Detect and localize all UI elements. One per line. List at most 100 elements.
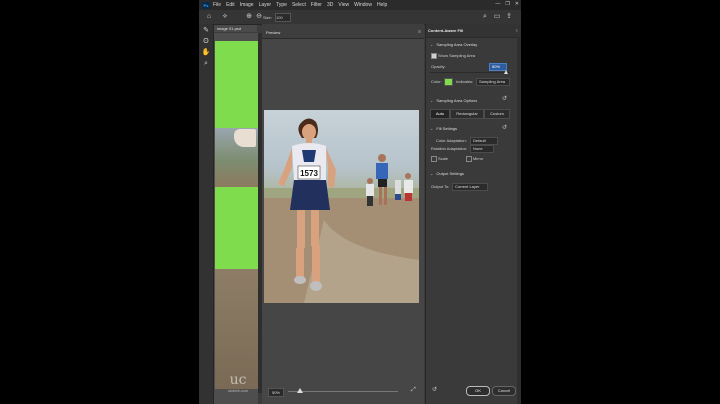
menu-help[interactable]: Help [377,2,387,8]
output-settings-section[interactable]: ⌄ Output Settings [430,171,464,176]
sampling-auto-button[interactable]: Auto [430,109,450,119]
mirror-label: Mirror [473,156,484,161]
options-bar: ⌂ ⟡ ⊕ ⊖ Size: 100 ⌕ ▭ ⇪ [199,10,521,25]
scale-checkbox[interactable] [431,156,437,162]
output-to-dropdown[interactable]: Current Layer [452,183,488,191]
rotation-adaptation-label: Rotation Adaptation: [431,146,468,151]
tools-panel: ✎ ʘ ✋ ⌕ [199,24,214,404]
zoom-slider-thumb[interactable] [297,388,303,393]
menu-edit[interactable]: Edit [226,2,235,8]
reset-sampling-icon[interactable]: ↺ [502,95,507,102]
menu-layer[interactable]: Layer [259,2,272,8]
menu-type[interactable]: Type [276,2,287,8]
indicates-dropdown[interactable]: Sampling Area [476,78,510,86]
menu-file[interactable]: File [213,2,221,8]
menu-bar: Ps File Edit Image Layer Type Select Fil… [199,0,521,10]
sampling-overlay-region-lower [215,187,258,269]
output-settings-header: Output Settings [436,171,464,176]
background-runner-4 [395,180,401,200]
lasso-tool-icon[interactable]: ⟡ [221,13,229,21]
preview-menu-icon[interactable]: ≡ [418,29,421,35]
indicates-label: Indicates: [456,79,474,84]
menu-3d[interactable]: 3D [327,2,333,8]
add-to-selection-icon[interactable]: ⊕ [245,13,253,21]
color-label: Color: [431,79,442,84]
watermark-mark: uc [229,372,247,388]
lasso-icon[interactable]: ʘ [201,37,211,46]
preview-image[interactable]: 1573 [264,110,419,303]
panel-header: Content-Aware Fill ≡ [426,24,521,38]
sampling-options-section[interactable]: ⌄ Sampling Area Options [430,98,477,103]
runners-photo: 1573 [264,118,419,303]
preview-header: Preview ≡ [262,24,424,39]
chevron-down-icon: ⌄ [430,171,434,176]
background-runner-3 [404,173,413,201]
chevron-down-icon: ⌄ [430,42,434,47]
menu-select[interactable]: Select [292,2,306,8]
fit-to-screen-icon[interactable]: ⤢ [411,387,416,394]
brush-tool-icon[interactable]: ✎ [201,26,211,35]
sampling-rectangular-button[interactable]: Rectangular [450,109,484,119]
undo-icon[interactable]: ↺ [432,386,437,393]
hand-tool-icon[interactable]: ✋ [201,48,211,57]
scale-label: Scale [438,156,449,161]
panel-title[interactable]: Content-Aware Fill [428,28,463,33]
color-adaptation-label: Color Adaptation: [436,138,467,143]
menu-filter[interactable]: Filter [311,2,322,8]
menu-window[interactable]: Window [354,2,372,8]
menu-view[interactable]: View [338,2,349,8]
fill-settings-section[interactable]: ⌄ Fill Settings [430,126,457,131]
photoshop-window: Ps File Edit Image Layer Type Select Fil… [199,0,521,404]
share-icon[interactable]: ⇪ [505,13,513,21]
output-to-label: Output To: [431,184,450,189]
minimize-icon[interactable]: — [495,1,500,7]
photoshop-logo-icon: Ps [202,1,210,9]
overlay-color-swatch[interactable] [444,78,453,86]
size-input[interactable]: 100 [275,13,291,22]
maximize-icon[interactable]: ❐ [505,1,509,7]
zoom-tool-icon[interactable]: ⌕ [201,59,211,68]
show-sampling-area-checkbox[interactable] [431,53,437,59]
sampling-overlay-header: Sampling Area Overlay [436,42,478,47]
window-controls: — ❐ ✕ [495,1,519,7]
reset-fill-settings-icon[interactable]: ↺ [502,124,507,131]
canvas-ground-region [215,269,258,389]
runner-arm [234,129,256,147]
chevron-down-icon: ⌄ [430,126,434,131]
preview-panel: Preview ≡ 1573 50% ⤢ [262,24,424,404]
rotation-adaptation-dropdown[interactable]: None [470,145,494,153]
opacity-slider-track[interactable] [430,72,510,73]
sampling-options-header: Sampling Area Options [436,98,478,103]
show-sampling-area-label: Show Sampling Area [438,53,476,58]
content-aware-fill-panel: Content-Aware Fill ≡ ⌄ Sampling Area Over… [425,24,521,404]
subtract-from-selection-icon[interactable]: ⊖ [255,13,263,21]
fill-settings-header: Fill Settings [436,126,458,131]
sampling-overlay-section[interactable]: ⌄ Sampling Area Overlay [430,42,477,47]
workspace-icon[interactable]: ▭ [493,13,501,21]
mirror-checkbox[interactable] [466,156,472,162]
preview-title: Preview [266,30,281,35]
size-label: Size: [263,15,272,20]
zoom-level-input[interactable]: 50% [268,388,284,397]
zoom-slider-track[interactable] [288,391,398,392]
document-canvas[interactable] [214,33,258,404]
close-icon[interactable]: ✕ [515,1,519,7]
bib-number: 1573 [300,169,318,178]
menu-image[interactable]: Image [240,2,254,8]
document-tab[interactable]: image 01.psd [214,25,257,32]
color-adaptation-dropdown[interactable]: Default [470,137,498,145]
watermark-logo: uc ukdebi.com [209,372,267,398]
sampling-custom-button[interactable]: Custom [484,109,510,119]
chevron-down-icon: ⌄ [430,98,434,103]
opacity-label: Opacity: [431,64,446,69]
home-icon[interactable]: ⌂ [205,13,213,21]
sampling-overlay-region [215,41,258,128]
cancel-button[interactable]: Cancel [492,386,516,396]
background-runner-2 [366,178,374,206]
ok-button[interactable]: OK [466,386,490,396]
watermark-site: ukdebi.com [227,388,249,393]
opacity-slider-thumb[interactable] [504,70,508,74]
search-icon[interactable]: ⌕ [481,13,489,21]
panel-scrollbar[interactable] [517,37,521,404]
panel-menu-icon[interactable]: ≡ [516,28,518,33]
